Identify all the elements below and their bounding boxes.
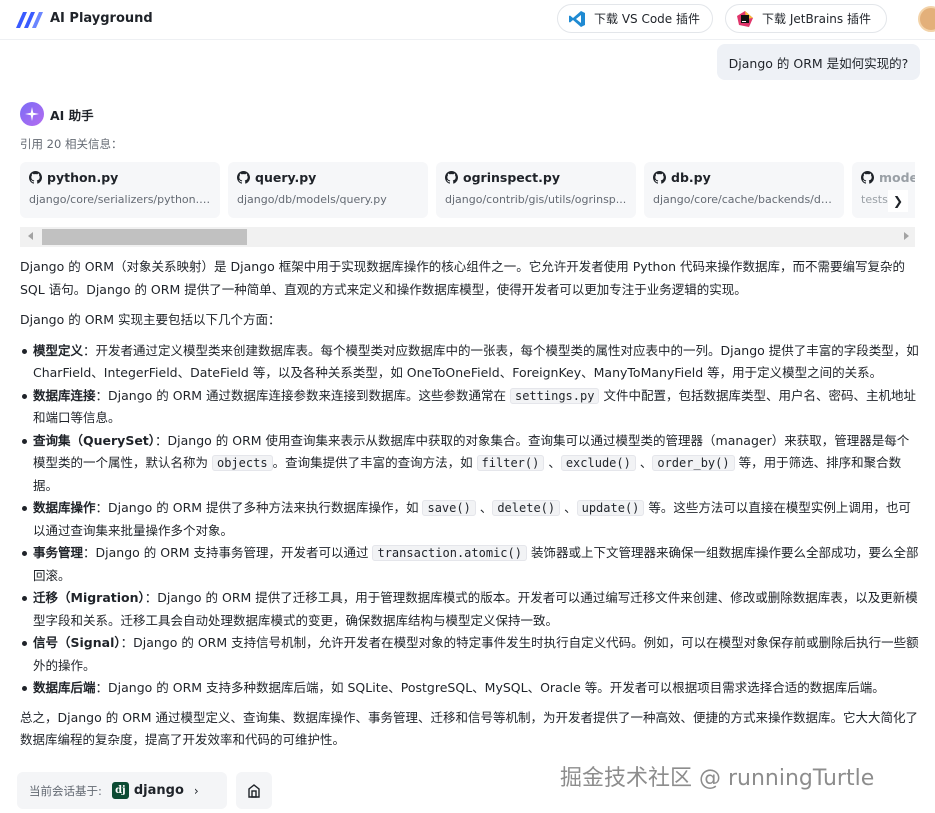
user-message: Django 的 ORM 是如何实现的?: [717, 44, 920, 80]
jetbrains-icon: [736, 10, 754, 28]
scroll-left-arrow-icon[interactable]: [28, 232, 33, 240]
inline-code: transaction.atomic(): [372, 545, 527, 561]
github-icon: [653, 171, 666, 184]
django-icon: dj: [111, 782, 129, 799]
watermark: 掘金技术社区 @ runningTurtle: [560, 766, 875, 791]
vscode-label: 下载 VS Code 插件: [594, 12, 700, 26]
building-icon: [248, 783, 260, 798]
reference-name: ogrinspect.py: [463, 170, 560, 185]
scrollbar-thumb[interactable]: [42, 229, 247, 245]
reference-name: python.py: [47, 170, 119, 185]
inline-code: settings.py: [509, 387, 600, 404]
context-details-button[interactable]: [236, 772, 272, 809]
assistant-answer: Django 的 ORM（对象关系映射）是 Django 框架中用于实现数据库操…: [20, 256, 920, 760]
assistant-header: AI 助手: [20, 102, 94, 126]
reference-name: db.py: [671, 170, 711, 185]
github-icon: [445, 171, 458, 184]
reference-count: 引用 20 相关信息：: [20, 137, 123, 151]
inline-code: objects: [211, 455, 273, 471]
reference-path: django/contrib/gis/utils/ogrinsp...: [445, 193, 627, 206]
inline-code: order_by(): [652, 455, 735, 471]
inline-code: delete(): [492, 500, 561, 516]
vscode-icon: [568, 10, 586, 28]
reference-card[interactable]: ogrinspect.py django/contrib/gis/utils/o…: [436, 162, 636, 218]
answer-list: 模型定义：开发者通过定义模型类来创建数据库表。每个模型类对应数据库中的一张表，每…: [20, 340, 920, 700]
assistant-name: AI 助手: [50, 107, 94, 123]
context-name: django: [133, 783, 184, 798]
reference-path: django/core/cache/backends/db...: [653, 193, 835, 206]
list-item: 数据库后端：Django 的 ORM 支持多种数据库后端，如 SQLite、Po…: [20, 677, 920, 700]
context-selector[interactable]: 当前会话基于: dj django ›: [17, 772, 227, 809]
app-title: AI Playground: [50, 11, 153, 26]
reference-name: query.py: [255, 170, 317, 185]
github-icon: [237, 171, 250, 184]
reference-card[interactable]: db.py django/core/cache/backends/db...: [644, 162, 844, 218]
github-icon: [29, 171, 42, 184]
list-item: 迁移（Migration）：Django 的 ORM 提供了迁移工具，用于管理数…: [20, 587, 920, 632]
list-item: 事务管理：Django 的 ORM 支持事务管理，开发者可以通过 transac…: [20, 542, 920, 587]
download-vscode-button[interactable]: 下载 VS Code 插件: [557, 4, 713, 33]
inline-code: filter(): [476, 455, 545, 471]
list-item: 数据库连接：Django 的 ORM 通过数据库连接参数来连接到数据库。这些参数…: [20, 385, 920, 430]
reference-list: python.py django/core/serializers/python…: [20, 162, 915, 218]
answer-intro: Django 的 ORM（对象关系映射）是 Django 框架中用于实现数据库操…: [20, 259, 906, 297]
context-label: 当前会话基于:: [29, 783, 102, 798]
horizontal-scrollbar[interactable]: [20, 227, 915, 247]
answer-lead: Django 的 ORM 实现主要包括以下几个方面：: [20, 312, 281, 327]
github-icon: [861, 171, 874, 184]
reference-name: mode: [879, 170, 915, 185]
reference-card[interactable]: query.py django/db/models/query.py: [228, 162, 428, 218]
download-jetbrains-button[interactable]: 下载 JetBrains 插件: [725, 4, 887, 33]
answer-summary: 总之，Django 的 ORM 通过模型定义、查询集、数据库操作、事务管理、迁移…: [20, 709, 918, 748]
reference-path: django/core/serializers/python.py: [29, 193, 211, 206]
chevron-right-icon: ›: [193, 783, 199, 798]
user-avatar[interactable]: [918, 6, 935, 32]
assistant-sparkle-icon: [20, 102, 44, 126]
inline-code: save(): [422, 500, 476, 516]
list-item: 查询集（QuerySet）：Django 的 ORM 使用查询集来表示从数据库中…: [20, 430, 920, 498]
inline-code: update(): [576, 500, 645, 516]
scroll-right-arrow-icon[interactable]: [904, 232, 909, 240]
top-bar: AI Playground 下载 VS Code 插件 下载 JetBrains…: [0, 0, 935, 40]
reference-path: django/db/models/query.py: [237, 193, 387, 206]
inline-code: exclude(): [560, 455, 636, 471]
list-item: 数据库操作：Django 的 ORM 提供了多种方法来执行数据库操作，如 sav…: [20, 497, 920, 542]
chevron-right-icon[interactable]: ❯: [888, 190, 908, 212]
reference-card[interactable]: python.py django/core/serializers/python…: [20, 162, 220, 218]
list-item: 模型定义：开发者通过定义模型类来创建数据库表。每个模型类对应数据库中的一张表，每…: [20, 340, 920, 385]
app-logo-icon: [16, 12, 43, 28]
jetbrains-label: 下载 JetBrains 插件: [762, 12, 871, 26]
list-item: 信号（Signal）：Django 的 ORM 支持信号机制，允许开发者在模型对…: [20, 632, 920, 677]
